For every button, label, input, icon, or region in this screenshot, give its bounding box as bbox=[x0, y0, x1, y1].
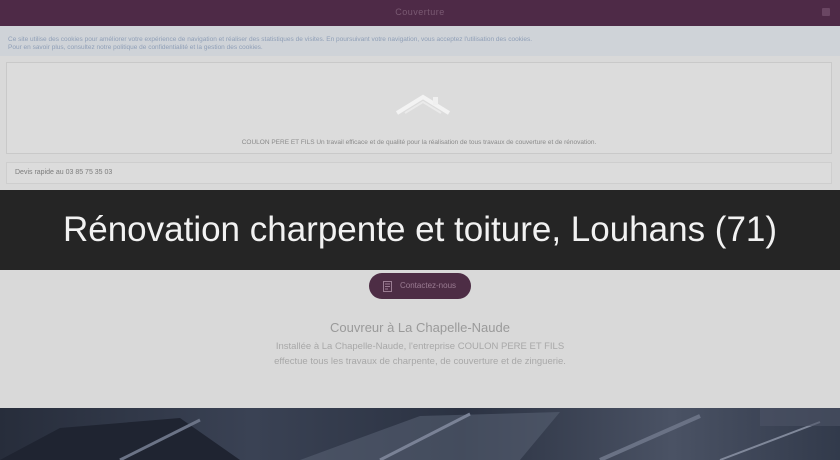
contact-button-label: Contactez-nous bbox=[400, 281, 457, 290]
roof-photo bbox=[0, 408, 840, 460]
cookie-notice-line: Ce site utilise des cookies pour amélior… bbox=[8, 36, 533, 43]
cookie-notice-line[interactable]: Pour en savoir plus, consultez notre pol… bbox=[8, 44, 263, 51]
section-title: Couvreur à La Chapelle-Naude bbox=[330, 320, 510, 335]
contact-button[interactable]: Contactez-nous bbox=[369, 273, 471, 299]
quote-phone-text[interactable]: Devis rapide au 03 85 75 35 03 bbox=[15, 169, 112, 176]
quote-bar: Devis rapide au 03 85 75 35 03 bbox=[6, 162, 832, 184]
roof-logo-icon bbox=[395, 94, 451, 115]
company-tagline: COULON PERE ET FILS Un travail efficace … bbox=[241, 139, 597, 146]
header-panel: COULON PERE ET FILS Un travail efficace … bbox=[6, 62, 832, 154]
menu-icon[interactable] bbox=[822, 8, 830, 16]
contact-form-icon bbox=[383, 281, 392, 292]
title-overlay: Rénovation charpente et toiture, Louhans… bbox=[0, 190, 840, 270]
top-bar-title: Couverture bbox=[395, 7, 445, 17]
page-title: Rénovation charpente et toiture, Louhans… bbox=[62, 210, 778, 249]
section-body: Installée à La Chapelle-Naude, l'entrepr… bbox=[274, 341, 566, 367]
cookie-notice: Ce site utilise des cookies pour amélior… bbox=[0, 26, 840, 56]
top-bar: Couverture bbox=[0, 0, 840, 26]
